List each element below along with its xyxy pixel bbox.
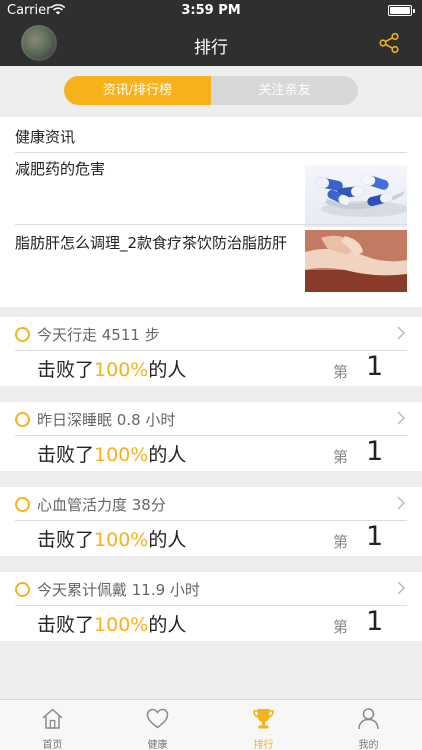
rank-number: 1 (366, 351, 384, 382)
rank-prefix: 第 (333, 448, 349, 466)
news-thumbnail-pills[interactable] (305, 165, 407, 227)
beat-prefix: 击败了 (37, 444, 95, 466)
circle-icon (15, 497, 30, 512)
beat-text: 击败了100%的人 (37, 525, 186, 552)
battery-icon (388, 5, 415, 16)
beat-percent: 100% (94, 614, 149, 636)
news-item-title[interactable]: 脂肪肝怎么调理_2款食疗茶饮防治脂肪肝 (15, 232, 287, 253)
home-icon (42, 708, 63, 729)
status-time: 3:59 PM (181, 3, 241, 18)
beat-prefix: 击败了 (37, 529, 95, 551)
share-icon[interactable] (378, 32, 400, 54)
rank-prefix: 第 (333, 618, 349, 636)
segment-area: 资讯/排行榜 关注亲友 (0, 66, 422, 114)
circle-icon (15, 327, 30, 342)
ranking-card-wear-time[interactable]: 今天累计佩戴 11.9 小时 击败了100%的人 第 1 (0, 572, 422, 641)
heart-icon (146, 708, 169, 729)
beat-text: 击败了100%的人 (37, 440, 186, 467)
person-icon (358, 708, 379, 730)
top-bar: Carrier 3:59 PM 排行 (0, 0, 422, 66)
beat-percent: 100% (94, 529, 149, 551)
circle-icon (15, 412, 30, 427)
beat-suffix: 的人 (148, 614, 187, 636)
trophy-icon (253, 709, 274, 729)
news-item-title[interactable]: 减肥药的危害 (15, 158, 105, 179)
page-title: 排行 (194, 38, 228, 58)
ranking-title: 今天累计佩戴 11.9 小时 (37, 581, 200, 599)
tab-health[interactable]: 健康 (105, 700, 210, 750)
beat-prefix: 击败了 (37, 359, 95, 381)
tab-label: 首页 (42, 740, 63, 750)
rank-number: 1 (366, 606, 384, 637)
beat-suffix: 的人 (148, 529, 187, 551)
beat-suffix: 的人 (148, 359, 187, 381)
ranking-card-steps[interactable]: 今天行走 4511 步 击败了100%的人 第 1 (0, 317, 422, 386)
ranking-title: 昨日深睡眠 0.8 小时 (37, 411, 176, 429)
chevron-right-icon (397, 411, 405, 425)
beat-text: 击败了100%的人 (37, 355, 186, 382)
segmented-control: 资讯/排行榜 关注亲友 (64, 76, 358, 105)
tab-bar: 首页 健康 排行 我的 (0, 699, 422, 750)
divider (15, 152, 407, 153)
segment-followed-friends[interactable]: 关注亲友 (211, 76, 358, 105)
tab-label: 我的 (358, 740, 379, 750)
chevron-right-icon (397, 581, 405, 595)
rank-number: 1 (366, 436, 384, 467)
ranking-card-cardio[interactable]: 心血管活力度 38分 击败了100%的人 第 1 (0, 487, 422, 556)
divider (15, 605, 407, 606)
beat-percent: 100% (94, 444, 149, 466)
news-header: 健康资讯 (15, 128, 76, 146)
tab-label: 健康 (147, 740, 168, 750)
divider (15, 224, 407, 225)
ranking-title: 心血管活力度 38分 (37, 496, 166, 514)
beat-text: 击败了100%的人 (37, 610, 186, 637)
status-bar: Carrier 3:59 PM (0, 0, 422, 22)
beat-percent: 100% (94, 359, 149, 381)
tab-home[interactable]: 首页 (0, 700, 105, 750)
segment-news-ranking[interactable]: 资讯/排行榜 (64, 76, 211, 105)
ranking-card-sleep[interactable]: 昨日深睡眠 0.8 小时 击败了100%的人 第 1 (0, 402, 422, 471)
divider (15, 350, 407, 351)
circle-icon (15, 582, 30, 597)
news-thumbnail-hands[interactable] (305, 230, 407, 292)
tab-ranking[interactable]: 排行 (211, 700, 316, 750)
rank-prefix: 第 (333, 533, 349, 551)
rank-number: 1 (366, 521, 384, 552)
tab-label: 排行 (253, 740, 274, 750)
rank-prefix: 第 (333, 363, 349, 381)
beat-prefix: 击败了 (37, 614, 95, 636)
chevron-right-icon (397, 326, 405, 340)
tab-mine[interactable]: 我的 (316, 700, 421, 750)
chevron-right-icon (397, 496, 405, 510)
beat-suffix: 的人 (148, 444, 187, 466)
divider (15, 435, 407, 436)
ranking-title: 今天行走 4511 步 (37, 326, 160, 344)
divider (15, 520, 407, 521)
